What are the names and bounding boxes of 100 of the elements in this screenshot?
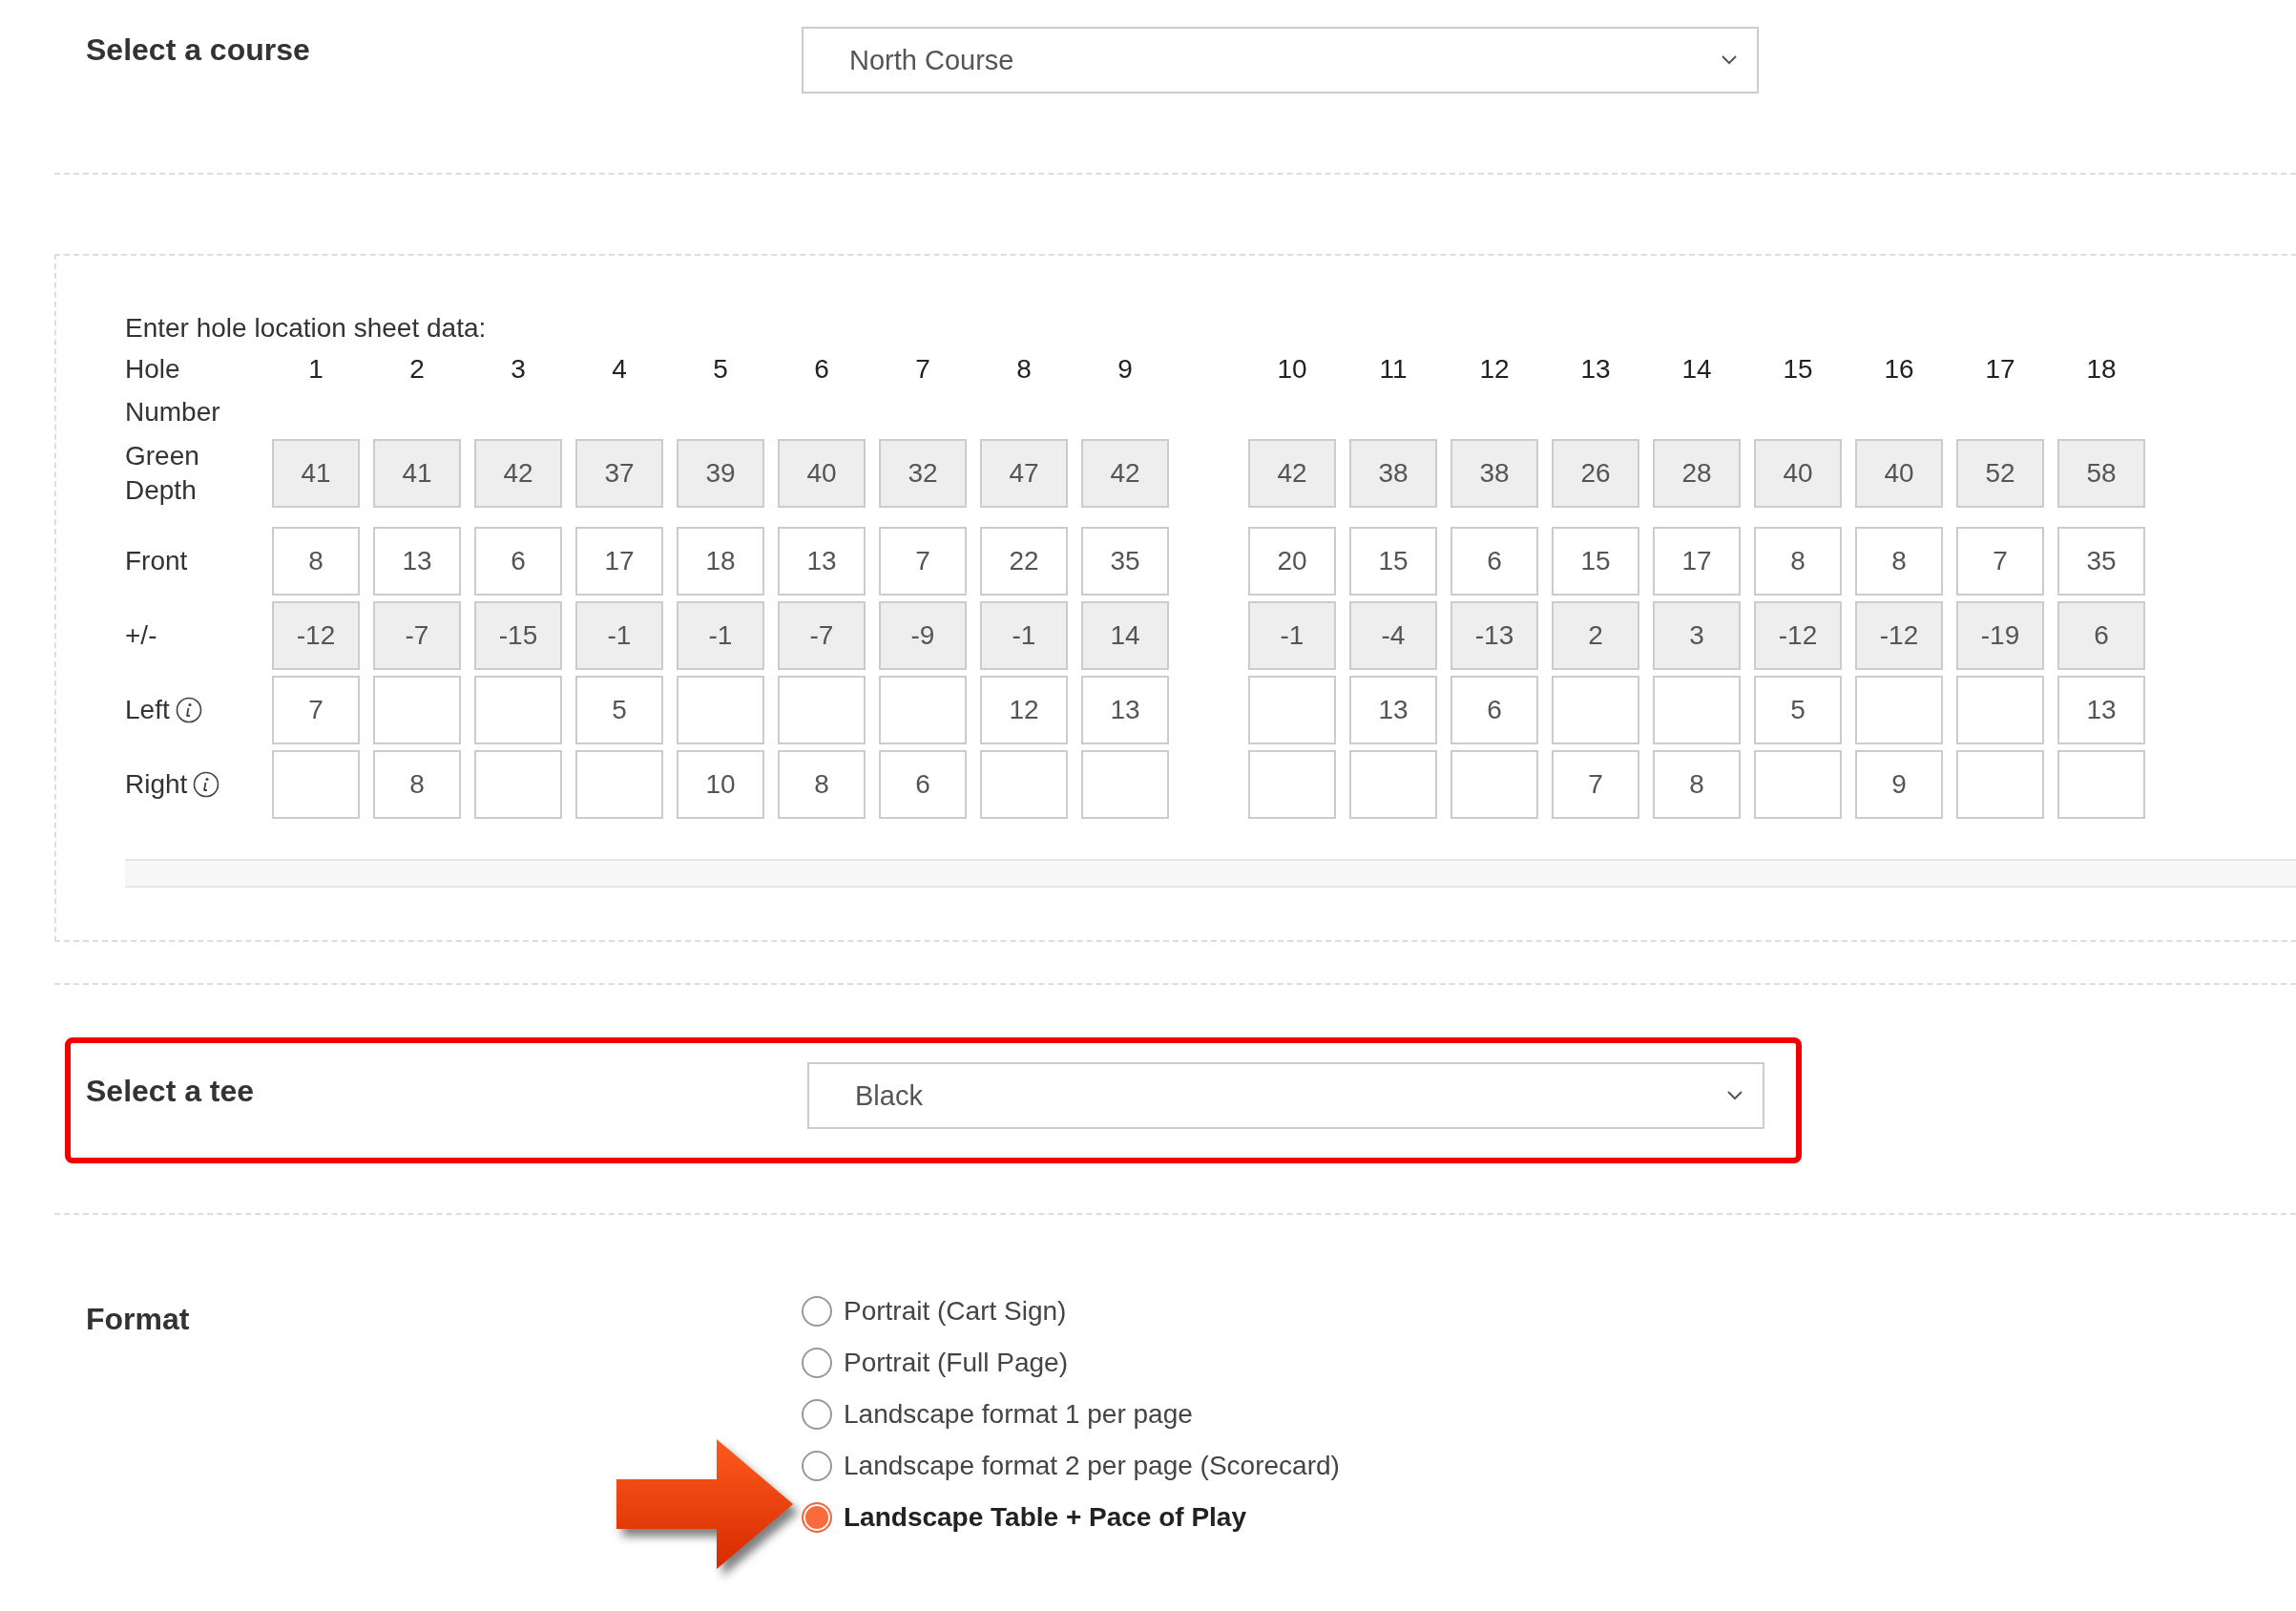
row-label: Left — [125, 694, 170, 726]
input-field[interactable]: 8 — [272, 527, 360, 596]
input-field[interactable] — [1349, 750, 1437, 819]
value-cell: -4 — [1349, 601, 1437, 670]
value-cell: -1 — [980, 601, 1068, 670]
input-field[interactable]: 15 — [1349, 527, 1437, 596]
input-field[interactable] — [1451, 750, 1538, 819]
input-field[interactable] — [1754, 750, 1842, 819]
value-cell: 2 — [1552, 601, 1639, 670]
input-field[interactable]: 13 — [2057, 676, 2145, 744]
input-field[interactable] — [474, 676, 562, 744]
value-cell: -19 — [1956, 601, 2044, 670]
value-cell: -1 — [575, 601, 663, 670]
input-field[interactable] — [1552, 676, 1639, 744]
radio-option[interactable]: Landscape Table + Pace of Play — [802, 1502, 1340, 1533]
value-cell: 39 — [677, 439, 764, 508]
input-field[interactable] — [272, 750, 360, 819]
input-field[interactable]: 12 — [980, 676, 1068, 744]
hole-number: 4 — [611, 353, 628, 386]
input-field[interactable] — [778, 676, 866, 744]
input-field[interactable]: 17 — [1653, 527, 1741, 596]
chevron-down-icon — [1721, 54, 1738, 66]
chevron-down-icon — [1726, 1090, 1743, 1101]
value-cell: 3 — [1653, 601, 1741, 670]
input-field[interactable] — [2057, 750, 2145, 819]
input-field[interactable]: 35 — [1081, 527, 1169, 596]
hole-number: 12 — [1478, 353, 1511, 386]
value-cell: -7 — [373, 601, 461, 670]
tee-select[interactable]: Black — [807, 1062, 1764, 1129]
input-field[interactable]: 10 — [677, 750, 764, 819]
input-field[interactable]: 6 — [1451, 676, 1538, 744]
input-field[interactable]: 35 — [2057, 527, 2145, 596]
input-field[interactable] — [373, 676, 461, 744]
input-field[interactable] — [1081, 750, 1169, 819]
input-field[interactable]: 15 — [1552, 527, 1639, 596]
hole-number: 11 — [1378, 353, 1409, 386]
course-select[interactable]: North Course — [802, 27, 1759, 94]
input-field[interactable] — [575, 750, 663, 819]
row-label: +/- — [125, 619, 157, 652]
value-cell: 6 — [2057, 601, 2145, 670]
value-cell: -12 — [1855, 601, 1943, 670]
value-cell: -1 — [1248, 601, 1336, 670]
input-field[interactable]: 8 — [1855, 527, 1943, 596]
hole-number: 7 — [914, 353, 931, 386]
hole-number: 5 — [712, 353, 729, 386]
field-label: Format — [86, 1302, 191, 1337]
input-field[interactable] — [1248, 676, 1336, 744]
input-field[interactable] — [677, 676, 764, 744]
input-field[interactable] — [980, 750, 1068, 819]
input-field[interactable] — [1653, 676, 1741, 744]
radio-option[interactable]: Portrait (Full Page) — [802, 1348, 1340, 1378]
value-cell: -12 — [1754, 601, 1842, 670]
input-field[interactable]: 6 — [1451, 527, 1538, 596]
input-field[interactable] — [474, 750, 562, 819]
input-field[interactable]: 8 — [1653, 750, 1741, 819]
input-field[interactable]: 5 — [575, 676, 663, 744]
row-label: Front — [125, 545, 188, 577]
input-field[interactable]: 7 — [272, 676, 360, 744]
value-cell: 58 — [2057, 439, 2145, 508]
input-field[interactable]: 13 — [1349, 676, 1437, 744]
input-field[interactable]: 22 — [980, 527, 1068, 596]
radio-option[interactable]: Landscape format 2 per page (Scorecard) — [802, 1451, 1340, 1481]
input-field[interactable] — [1956, 676, 2044, 744]
input-field[interactable]: 8 — [1754, 527, 1842, 596]
input-field[interactable]: 7 — [1552, 750, 1639, 819]
value-cell: -15 — [474, 601, 562, 670]
radio-option[interactable]: Portrait (Cart Sign) — [802, 1296, 1340, 1327]
hole-number: 13 — [1579, 353, 1612, 386]
input-field[interactable]: 8 — [778, 750, 866, 819]
input-field[interactable]: 13 — [778, 527, 866, 596]
input-field[interactable]: 13 — [373, 527, 461, 596]
value-cell: 40 — [1754, 439, 1842, 508]
hole-number: 16 — [1883, 353, 1915, 386]
value-cell: 42 — [1081, 439, 1169, 508]
hole-number: 2 — [408, 353, 426, 386]
input-field[interactable]: 6 — [474, 527, 562, 596]
radio-option[interactable]: Landscape format 1 per page — [802, 1399, 1340, 1430]
scrollbar-track[interactable] — [125, 859, 2296, 888]
input-field[interactable]: 7 — [1956, 527, 2044, 596]
info-icon — [175, 697, 202, 723]
input-field[interactable]: 8 — [373, 750, 461, 819]
value-cell: -9 — [879, 601, 967, 670]
input-field[interactable]: 20 — [1248, 527, 1336, 596]
value-cell: 42 — [474, 439, 562, 508]
input-field[interactable]: 18 — [677, 527, 764, 596]
value-cell: 37 — [575, 439, 663, 508]
row-label: Green Depth — [125, 440, 200, 507]
input-field[interactable]: 9 — [1855, 750, 1943, 819]
input-field[interactable] — [1855, 676, 1943, 744]
input-field[interactable]: 5 — [1754, 676, 1842, 744]
input-field[interactable]: 13 — [1081, 676, 1169, 744]
value-cell: 32 — [879, 439, 967, 508]
input-field[interactable] — [1956, 750, 2044, 819]
input-field[interactable] — [1248, 750, 1336, 819]
input-field[interactable] — [879, 676, 967, 744]
input-field[interactable]: 7 — [879, 527, 967, 596]
value-cell: 47 — [980, 439, 1068, 508]
input-field[interactable]: 17 — [575, 527, 663, 596]
hole-number: 9 — [1117, 353, 1134, 386]
input-field[interactable]: 6 — [879, 750, 967, 819]
